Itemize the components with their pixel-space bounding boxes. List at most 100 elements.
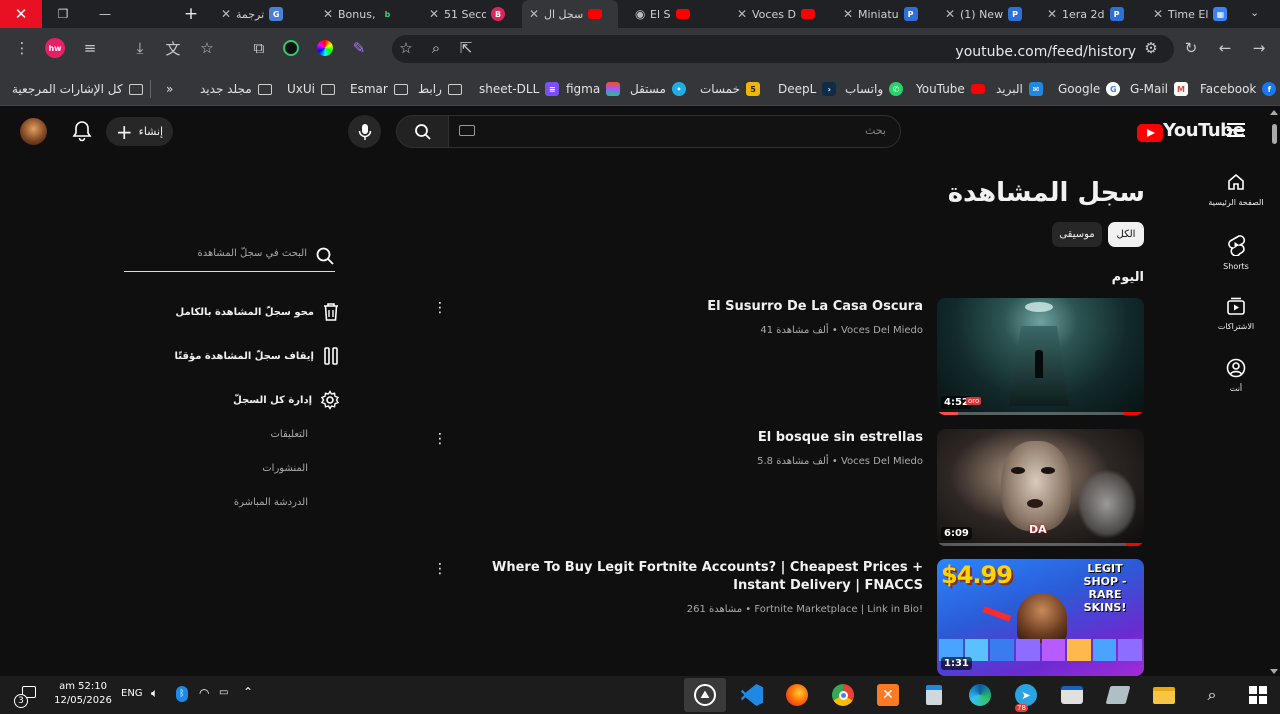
video-title[interactable]: El Susurro De La Casa Oscura (453, 298, 923, 316)
bookmark-more[interactable]: » (166, 80, 173, 98)
youtube-logo-text[interactable]: YouTube (1163, 120, 1245, 141)
history-search-input[interactable]: البحث في سجلّ المشاهدة (124, 240, 335, 272)
bookmark-gmail[interactable]: G-Mail M (1130, 80, 1189, 98)
tab-new[interactable]: ✕ (1) New P (938, 0, 1036, 28)
bookmark-youtube[interactable]: YouTube (916, 80, 985, 98)
bookmark-link[interactable]: رابط (418, 80, 462, 98)
bookmark-mail[interactable]: البريد ✉ (996, 80, 1043, 98)
taskbar-app-9[interactable] (1058, 682, 1086, 708)
clock[interactable]: am 52:10 12/05/2026 (50, 680, 116, 708)
bookmark-page-icon[interactable]: ☆ (393, 35, 419, 61)
taskbar-chrome[interactable] (829, 682, 857, 708)
tab-close-icon[interactable]: ✕ (1047, 7, 1057, 21)
window-close-button[interactable]: ✕ (0, 0, 42, 28)
tab-close-icon[interactable]: ✕ (221, 7, 231, 21)
tab-close-icon[interactable]: ✕ (429, 7, 439, 21)
back-icon[interactable]: → (1246, 35, 1272, 61)
start-button[interactable] (1244, 682, 1272, 708)
comments-link[interactable]: التعليقات (270, 429, 308, 440)
video-menu-button[interactable]: ⋮ (432, 430, 448, 448)
sidebar-item-home[interactable]: الصفحة الرئيسية (1206, 172, 1266, 207)
tab-close-icon[interactable]: ✕ (945, 7, 955, 21)
extensions-icon[interactable]: ⧉ (246, 35, 272, 61)
tab-close-icon[interactable]: ✕ (323, 7, 333, 21)
bookmark-all[interactable]: كل الإشارات المرجعية (12, 80, 143, 98)
tab-close-icon[interactable]: ✕ (737, 7, 747, 21)
taskbar-file-explorer[interactable] (1150, 682, 1178, 708)
video-thumbnail[interactable]: $4.99 LEGIT SHOP - RARE SKINS! 1:31 (937, 559, 1144, 676)
bookmark-facebook[interactable]: Facebook f (1200, 80, 1277, 98)
tab-voces[interactable]: ✕ Voces D (730, 0, 828, 28)
pause-history-button[interactable]: إيقاف سجلّ المشاهدة مؤقتًا (175, 345, 340, 367)
taskbar-vscode[interactable] (738, 682, 766, 708)
manage-history-button[interactable]: إدارة كل السجلّ (233, 389, 340, 411)
color-picker-icon[interactable] (312, 35, 338, 61)
bookmark-deepl[interactable]: DeepL › (778, 80, 837, 98)
tab-miniatu[interactable]: ✕ Miniatu P (836, 0, 934, 28)
tab-close-icon[interactable]: ✕ (843, 7, 853, 21)
bookmark-google[interactable]: Google G (1058, 80, 1121, 98)
tab-close-icon[interactable]: ◉ (635, 7, 645, 21)
taskbar-app-10[interactable] (1104, 682, 1132, 708)
bookmark-mostaql[interactable]: مستقل • (630, 80, 686, 98)
bookmark-star-icon[interactable]: ☆ (194, 35, 220, 61)
taskbar-search[interactable]: ⌕ (1198, 682, 1226, 708)
forward-icon[interactable]: ← (1212, 35, 1238, 61)
avatar[interactable] (20, 118, 47, 145)
bookmark-esmar[interactable]: Esmar (350, 80, 408, 98)
taskbar-app-active[interactable]: ⛰︎ (684, 678, 726, 712)
search-button[interactable] (396, 115, 449, 148)
video-menu-button[interactable]: ⋮ (432, 560, 448, 578)
extension-green-icon[interactable] (278, 35, 304, 61)
clear-history-button[interactable]: محو سجلّ المشاهدة بالكامل (176, 301, 340, 323)
tab-translate[interactable]: ✕ ترجمة G (214, 0, 308, 28)
voice-search-button[interactable] (348, 115, 381, 148)
bookmark-khamsat[interactable]: خمسات 5 (700, 80, 761, 98)
battery-icon[interactable]: ▭ (219, 687, 228, 698)
chip-music[interactable]: موسيقى (1052, 222, 1102, 247)
video-title[interactable]: Where To Buy Legit Fortnite Accounts? | … (453, 559, 923, 595)
window-restore-button[interactable]: ❐ (44, 0, 82, 28)
tab-bonus[interactable]: ✕ Bonus, b (316, 0, 412, 28)
notification-center-button[interactable]: 3 (12, 684, 38, 708)
youtube-logo-icon[interactable] (1137, 124, 1163, 142)
video-thumbnail[interactable]: 4:52 oro (937, 298, 1144, 415)
site-settings-icon[interactable]: ⚙ (1138, 35, 1164, 61)
sidebar-item-subscriptions[interactable]: الاشتراكات (1206, 296, 1266, 331)
tab-close-icon[interactable]: ✕ (529, 7, 539, 21)
posts-link[interactable]: المنشورات (262, 463, 308, 474)
notifications-button[interactable] (72, 120, 94, 142)
extension-hw-icon[interactable]: hw (42, 35, 68, 61)
reading-list-icon[interactable]: ≡ (77, 35, 103, 61)
tab-search-icon[interactable]: ⌄ (1250, 6, 1268, 22)
page-scrollbar[interactable] (1268, 108, 1280, 676)
tab-history-active[interactable]: ✕ سجل ال (522, 0, 618, 28)
search-input[interactable]: بحث (448, 115, 901, 148)
volume-icon[interactable]: 🔈︎ (151, 686, 158, 701)
bookmark-uxui[interactable]: UxUi (287, 80, 336, 98)
bluetooth-icon[interactable]: ᛒ (176, 686, 188, 702)
zoom-icon[interactable]: ⌕ (423, 35, 449, 61)
download-icon[interactable]: ⤓ (127, 35, 153, 61)
reload-icon[interactable]: ↻ (1178, 35, 1204, 61)
new-tab-button[interactable]: + (172, 0, 210, 28)
chip-all[interactable]: الكل (1108, 222, 1144, 247)
bookmark-new-folder[interactable]: مجلد جديد (200, 80, 272, 98)
tab-51-seconds[interactable]: ✕ 51 Seco B (422, 0, 512, 28)
tab-close-icon[interactable]: ✕ (1153, 7, 1163, 21)
translate-page-icon[interactable]: 文 (160, 35, 186, 61)
window-minimize-button[interactable]: — (86, 0, 124, 28)
install-app-icon[interactable]: ⇱ (453, 35, 479, 61)
sidebar-item-shorts[interactable]: Shorts (1206, 234, 1266, 271)
tab-time[interactable]: ✕ Time El ▦ (1146, 0, 1246, 28)
taskbar-telegram[interactable]: ➤ 78 (1012, 682, 1040, 712)
wifi-icon[interactable]: ◠ (199, 686, 209, 700)
video-menu-button[interactable]: ⋮ (432, 299, 448, 317)
video-title[interactable]: El bosque sin estrellas (453, 429, 923, 447)
taskbar-xampp[interactable]: ✕ (874, 682, 902, 708)
pen-icon[interactable]: ✎ (346, 35, 372, 61)
keyboard-icon[interactable] (459, 125, 475, 136)
language-indicator[interactable]: ENG (121, 688, 143, 699)
taskbar-app-6[interactable] (920, 682, 948, 708)
live-chat-link[interactable]: الدردشة المباشرة (234, 497, 308, 508)
